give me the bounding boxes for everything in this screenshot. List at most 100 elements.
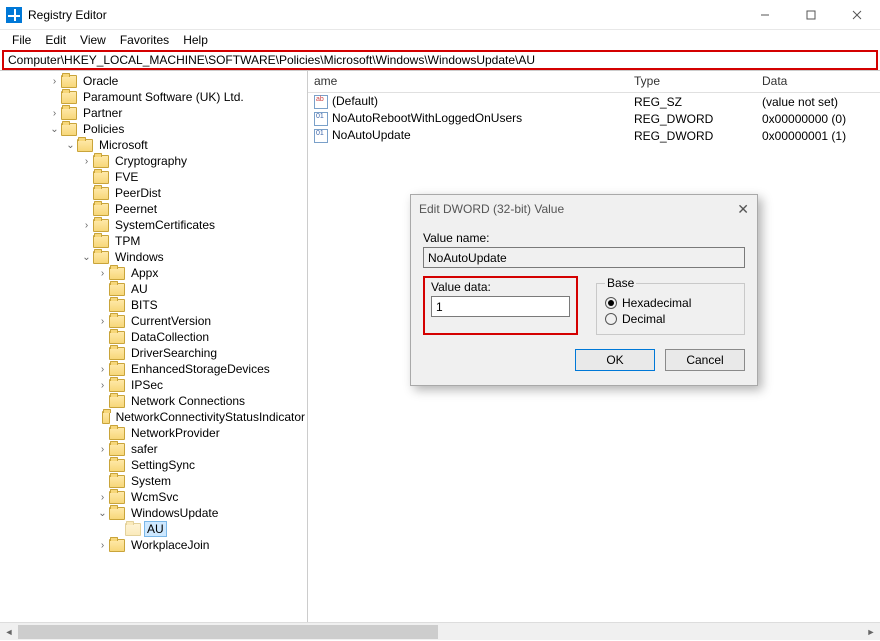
value-row[interactable]: NoAutoUpdateREG_DWORD0x00000001 (1) <box>308 127 880 144</box>
cancel-button[interactable]: Cancel <box>665 349 745 371</box>
chevron-right-icon[interactable]: › <box>96 268 109 279</box>
tree-item[interactable]: NetworkProvider <box>0 425 307 441</box>
chevron-down-icon[interactable]: ⌄ <box>64 140 77 151</box>
tree-item-label: WorkplaceJoin <box>129 538 211 552</box>
chevron-right-icon[interactable]: › <box>80 156 93 167</box>
menu-edit[interactable]: Edit <box>39 32 72 48</box>
tree-item[interactable]: Peernet <box>0 201 307 217</box>
dword-value-icon <box>314 112 328 126</box>
tree-item-label: AU <box>145 522 166 536</box>
tree-item-label: Network Connections <box>129 394 247 408</box>
scroll-thumb[interactable] <box>18 625 438 639</box>
ok-button[interactable]: OK <box>575 349 655 371</box>
value-name-input[interactable] <box>423 247 745 268</box>
chevron-down-icon[interactable]: ⌄ <box>80 252 93 263</box>
dialog-close-icon[interactable]: ✕ <box>737 201 749 218</box>
scroll-left-icon[interactable]: ◄ <box>0 623 18 641</box>
folder-icon <box>93 155 109 168</box>
column-type[interactable]: Type <box>628 71 756 92</box>
tree-item-label: Cryptography <box>113 154 189 168</box>
value-data: 0x00000000 (0) <box>756 112 880 126</box>
tree-item[interactable]: ⌄ WindowsUpdate <box>0 505 307 521</box>
folder-icon <box>77 139 93 152</box>
scroll-right-icon[interactable]: ► <box>862 623 880 641</box>
dialog-titlebar[interactable]: Edit DWORD (32-bit) Value ✕ <box>411 195 757 223</box>
chevron-right-icon[interactable]: › <box>96 540 109 551</box>
tree-item[interactable]: › WorkplaceJoin <box>0 537 307 553</box>
tree-item[interactable]: BITS <box>0 297 307 313</box>
close-button[interactable] <box>834 0 880 30</box>
chevron-right-icon[interactable]: › <box>48 108 61 119</box>
chevron-right-icon[interactable]: › <box>96 380 109 391</box>
window-title: Registry Editor <box>28 8 742 22</box>
tree-item-label: BITS <box>129 298 160 312</box>
tree-item[interactable]: PeerDist <box>0 185 307 201</box>
tree-item[interactable]: AU <box>0 521 307 537</box>
tree-item[interactable]: ›Appx <box>0 265 307 281</box>
tree-item[interactable]: ›EnhancedStorageDevices <box>0 361 307 377</box>
tree-item[interactable]: ⌄Windows <box>0 249 307 265</box>
folder-icon <box>61 107 77 120</box>
chevron-right-icon[interactable]: › <box>96 444 109 455</box>
menu-file[interactable]: File <box>6 32 37 48</box>
tree-item-label: Microsoft <box>97 138 150 152</box>
folder-icon <box>109 299 125 312</box>
tree-item-label: System <box>129 474 173 488</box>
chevron-right-icon[interactable]: › <box>96 316 109 327</box>
folder-icon <box>93 171 109 184</box>
list-hscroll[interactable]: ◄ ► <box>0 622 880 640</box>
tree-item[interactable]: FVE <box>0 169 307 185</box>
folder-icon <box>109 379 125 392</box>
chevron-down-icon[interactable]: ⌄ <box>96 508 109 519</box>
tree-item-label: AU <box>129 282 150 296</box>
menu-view[interactable]: View <box>74 32 112 48</box>
tree-item[interactable]: TPM <box>0 233 307 249</box>
chevron-right-icon[interactable]: › <box>48 76 61 87</box>
tree-item-label: Paramount Software (UK) Ltd. <box>81 90 246 104</box>
chevron-down-icon[interactable]: ⌄ <box>48 124 61 135</box>
chevron-right-icon[interactable]: › <box>96 364 109 375</box>
window-buttons <box>742 0 880 29</box>
tree-item-label: WindowsUpdate <box>129 506 220 520</box>
tree-item[interactable]: ›Oracle <box>0 73 307 89</box>
tree-item[interactable]: System <box>0 473 307 489</box>
tree-item[interactable]: DataCollection <box>0 329 307 345</box>
tree-item[interactable]: NetworkConnectivityStatusIndicator <box>0 409 307 425</box>
tree-item-label: DataCollection <box>129 330 211 344</box>
registry-tree[interactable]: ›OracleParamount Software (UK) Ltd.›Part… <box>0 71 307 604</box>
tree-item[interactable]: ⌄Policies <box>0 121 307 137</box>
chevron-right-icon[interactable]: › <box>80 220 93 231</box>
minimize-button[interactable] <box>742 0 788 30</box>
tree-item[interactable]: ›SystemCertificates <box>0 217 307 233</box>
tree-item[interactable]: ›CurrentVersion <box>0 313 307 329</box>
tree-item[interactable]: ›IPSec <box>0 377 307 393</box>
tree-item[interactable]: ›Partner <box>0 105 307 121</box>
string-value-icon <box>314 95 328 109</box>
maximize-button[interactable] <box>788 0 834 30</box>
tree-item[interactable]: › Cryptography <box>0 153 307 169</box>
tree-item[interactable]: SettingSync <box>0 457 307 473</box>
value-row[interactable]: NoAutoRebootWithLoggedOnUsersREG_DWORD0x… <box>308 110 880 127</box>
column-data[interactable]: Data <box>756 71 880 92</box>
tree-pane: ›OracleParamount Software (UK) Ltd.›Part… <box>0 71 308 622</box>
tree-item[interactable]: Network Connections <box>0 393 307 409</box>
value-data-input[interactable] <box>431 296 570 317</box>
chevron-right-icon[interactable]: › <box>96 492 109 503</box>
values-header: ame Type Data <box>308 71 880 93</box>
values-list[interactable]: (Default)REG_SZ(value not set)NoAutoRebo… <box>308 93 880 144</box>
tree-item[interactable]: ⌄ Microsoft <box>0 137 307 153</box>
value-row[interactable]: (Default)REG_SZ(value not set) <box>308 93 880 110</box>
menu-help[interactable]: Help <box>177 32 214 48</box>
menu-favorites[interactable]: Favorites <box>114 32 175 48</box>
tree-item[interactable]: ›WcmSvc <box>0 489 307 505</box>
address-bar[interactable]: Computer\HKEY_LOCAL_MACHINE\SOFTWARE\Pol… <box>2 50 878 70</box>
folder-icon <box>102 411 110 424</box>
column-name[interactable]: ame <box>308 71 628 92</box>
radio-decimal[interactable]: Decimal <box>605 312 736 326</box>
radio-hexadecimal[interactable]: Hexadecimal <box>605 296 736 310</box>
tree-item[interactable]: ›safer <box>0 441 307 457</box>
tree-item[interactable]: AU <box>0 281 307 297</box>
tree-item[interactable]: DriverSearching <box>0 345 307 361</box>
tree-item[interactable]: Paramount Software (UK) Ltd. <box>0 89 307 105</box>
tree-item-label: SettingSync <box>129 458 197 472</box>
